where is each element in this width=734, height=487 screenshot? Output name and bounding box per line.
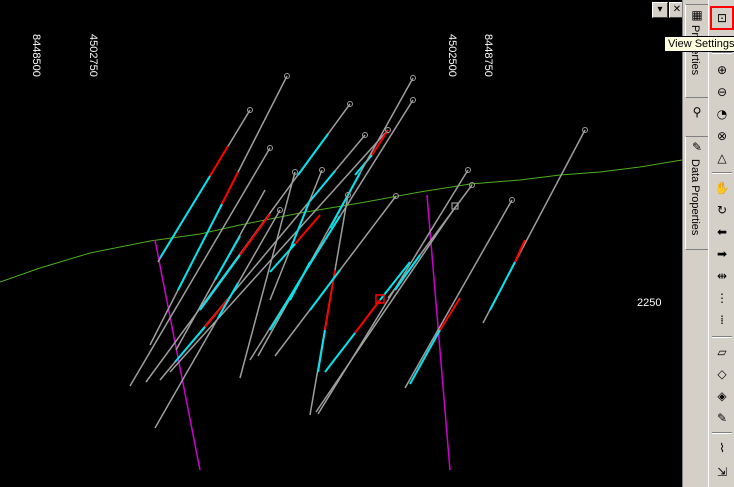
tab-data-properties-label: Data Properties (689, 159, 701, 236)
fault-line (154, 239, 201, 471)
grid-lines-icon: ⋮ (716, 291, 728, 305)
coordinate-label: 4502750 (87, 34, 99, 77)
grid-dots-button[interactable]: ⁞ (712, 310, 732, 330)
coordinate-label: 4502500 (446, 34, 458, 77)
view-settings-tooltip: View Settings (664, 36, 734, 52)
zoom-extents-icon: ⊗ (716, 129, 728, 143)
coordinate-label: 8448500 (30, 34, 42, 77)
plane-view-icon: ▱ (717, 345, 727, 359)
pan-icon: ✋ (714, 181, 730, 195)
toolbar-separator (712, 52, 732, 54)
plane-view-button[interactable]: ▱ (712, 342, 732, 362)
export-button[interactable]: ⇲ (712, 462, 732, 482)
drillhole-trace[interactable] (404, 199, 513, 389)
export-icon: ⇲ (716, 465, 728, 479)
move-left-button[interactable]: ⬅ (712, 222, 732, 242)
view-settings-button[interactable]: ⊡ (710, 6, 734, 30)
close-button[interactable]: ✕ (669, 2, 682, 18)
drillhole-trace[interactable] (149, 75, 288, 346)
brush-select-icon: ⌇ (719, 441, 725, 455)
brush-select-button[interactable]: ⌇ (712, 438, 732, 458)
rotate-icon: ↻ (716, 203, 728, 217)
zoom-out-icon: ⊖ (716, 85, 728, 99)
plane-dot-icon: ◇ (717, 367, 727, 381)
move-right-icon: ➡ (716, 247, 728, 261)
measure-icon: △ (717, 151, 727, 165)
section-line-button[interactable]: ⇹ (712, 266, 732, 286)
zoom-previous-icon: ◔ (716, 107, 728, 121)
tab-data-properties[interactable]: ✎ Data Properties (685, 136, 709, 250)
section-line-icon: ⇹ (716, 269, 728, 283)
plane-edit-button[interactable]: ✎ (712, 408, 732, 428)
rotate-button[interactable]: ↻ (712, 200, 732, 220)
zoom-in-button[interactable]: ⊕ (712, 60, 732, 80)
coordinate-label: 8448750 (482, 34, 494, 77)
properties-icon: ▦ (691, 8, 703, 22)
side-panel-tabs: ▦ Properties ⚲ ✎ Data Properties (682, 0, 709, 487)
grid-lines-button[interactable]: ⋮ (712, 288, 732, 308)
move-left-icon: ⬅ (716, 225, 728, 239)
dropdown-button[interactable]: ▾ (652, 2, 668, 18)
toolbar-separator (712, 172, 732, 174)
plane-dot-button[interactable]: ◇ (712, 364, 732, 384)
drillhole-trace[interactable] (482, 129, 586, 324)
plane-both-icon: ◈ (717, 389, 727, 403)
zoom-out-button[interactable]: ⊖ (712, 82, 732, 102)
view-settings-icon: ⊡ (716, 11, 728, 25)
pan-button[interactable]: ✋ (712, 178, 732, 198)
data-properties-icon: ✎ (691, 140, 703, 154)
elevation-label: 2250 (637, 297, 662, 309)
drillhole-scene (0, 73, 682, 471)
drillhole-trace[interactable] (315, 205, 457, 413)
drillhole-trace[interactable] (387, 184, 473, 299)
section-view-canvas[interactable]: 8448500 4502750 4502500 8448750 2250 ▾ ✕ (0, 0, 682, 487)
toolbar-separator (712, 432, 732, 434)
view-toolbar: ⊡ ⊕ ⊖ ◔ ⊗ △ ✋ ↻ ⬅ ➡ ⇹ ⋮ ⁞ ▱ ◇ ◈ ✎ ⌇ ⇲ (708, 0, 734, 487)
plane-edit-icon: ✎ (716, 411, 728, 425)
grid-dots-icon: ⁞ (720, 313, 724, 327)
zoom-extents-button[interactable]: ⊗ (712, 126, 732, 146)
drillhole-trace[interactable] (145, 103, 351, 383)
move-right-button[interactable]: ➡ (712, 244, 732, 264)
zoom-previous-button[interactable]: ◔ (712, 104, 732, 124)
window-controls: ▾ ✕ (652, 2, 682, 18)
drillhole-trace[interactable] (159, 134, 366, 381)
zoom-in-icon: ⊕ (716, 63, 728, 77)
drillhole-trace[interactable] (154, 209, 281, 429)
collar-markers (247, 73, 588, 213)
measure-button[interactable]: △ (712, 148, 732, 168)
topography-surface-line (0, 159, 682, 283)
drillhole-trace[interactable] (249, 99, 414, 361)
search-icon[interactable]: ⚲ (689, 104, 705, 120)
toolbar-separator (712, 336, 732, 338)
plane-both-button[interactable]: ◈ (712, 386, 732, 406)
